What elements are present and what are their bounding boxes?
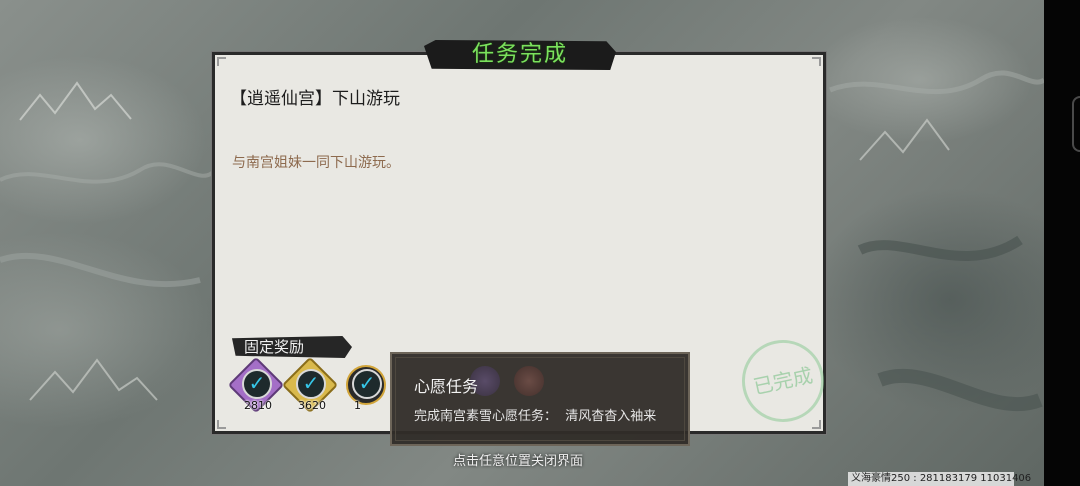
tooltip-title: 心愿任务 bbox=[414, 377, 479, 396]
stamp-text: 已完成 bbox=[751, 363, 815, 399]
tooltip-body: 完成南宫素雪心愿任务： 清风杳杳入袖来 bbox=[414, 409, 657, 424]
quest-description: 与南宫姐妹一同下山游玩。 bbox=[232, 155, 400, 171]
player-info-footer: 义海豪情250 : 281183179 11031406 bbox=[848, 472, 1031, 486]
check-icon: ✓ bbox=[352, 369, 382, 399]
reward-item[interactable]: ✓ 1 bbox=[342, 361, 386, 412]
reward-count: 2810 bbox=[244, 399, 272, 412]
tooltip-inner-border bbox=[395, 357, 685, 441]
panel-corner bbox=[217, 420, 226, 429]
wish-quest-tooltip[interactable] bbox=[390, 352, 690, 446]
panel-corner bbox=[217, 57, 226, 66]
reward-label: 固定奖励 bbox=[244, 338, 305, 356]
side-handle[interactable] bbox=[1072, 96, 1080, 152]
reward-item[interactable]: ✓ 2810 bbox=[227, 356, 285, 414]
screen-edge-bar bbox=[1044, 0, 1080, 486]
player-info-text: 义海豪情250 : 281183179 11031406 bbox=[851, 473, 1032, 484]
check-icon: ✓ bbox=[242, 369, 272, 399]
check-icon: ✓ bbox=[296, 369, 326, 399]
heart-item-icon bbox=[514, 366, 544, 396]
quest-name: 【逍遥仙宫】下山游玩 bbox=[230, 89, 400, 109]
reward-count: 1 bbox=[354, 399, 361, 412]
panel-corner bbox=[812, 57, 821, 66]
reward-item[interactable]: ✓ 3620 bbox=[281, 356, 339, 414]
reward-count: 3620 bbox=[298, 399, 326, 412]
panel-corner bbox=[812, 420, 821, 429]
close-hint[interactable]: 点击任意位置关闭界面 bbox=[453, 450, 583, 469]
panel-title: 任务完成 bbox=[471, 42, 568, 67]
